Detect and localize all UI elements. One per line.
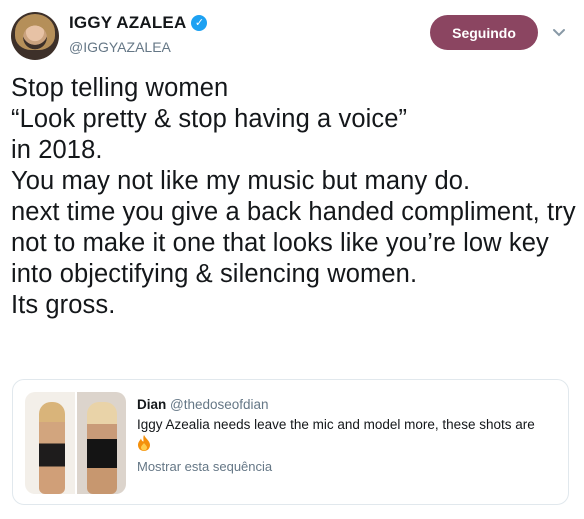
tweet-header: IGGY AZALEA ✓ @IGGYAZALEA Seguindo: [0, 0, 584, 70]
tweet-text: Stop telling women “Look pretty & stop h…: [11, 74, 576, 319]
quoted-handle[interactable]: @thedoseofdian: [170, 397, 269, 412]
quoted-tweet-header: Dian @thedoseofdian: [137, 396, 269, 413]
quoted-display-name[interactable]: Dian: [137, 397, 166, 412]
verified-badge-icon: ✓: [191, 15, 208, 31]
photo-1[interactable]: [25, 392, 75, 494]
fire-icon: [138, 435, 150, 451]
display-name[interactable]: IGGY AZALEA: [69, 13, 186, 33]
following-button[interactable]: Seguindo: [430, 15, 538, 50]
avatar[interactable]: [11, 12, 59, 60]
name-row: IGGY AZALEA ✓: [69, 13, 208, 33]
quoted-tweet-text: Iggy Azealia needs leave the mic and mod…: [137, 417, 535, 432]
photo-2[interactable]: [76, 392, 126, 494]
chevron-down-icon[interactable]: [552, 28, 566, 38]
user-handle[interactable]: @IGGYAZALEA: [69, 38, 171, 56]
quoted-tweet[interactable]: Dian @thedoseofdian Iggy Azealia needs l…: [12, 379, 569, 505]
show-thread-link[interactable]: Mostrar esta sequência: [137, 458, 272, 475]
quoted-tweet-media[interactable]: [25, 392, 126, 494]
